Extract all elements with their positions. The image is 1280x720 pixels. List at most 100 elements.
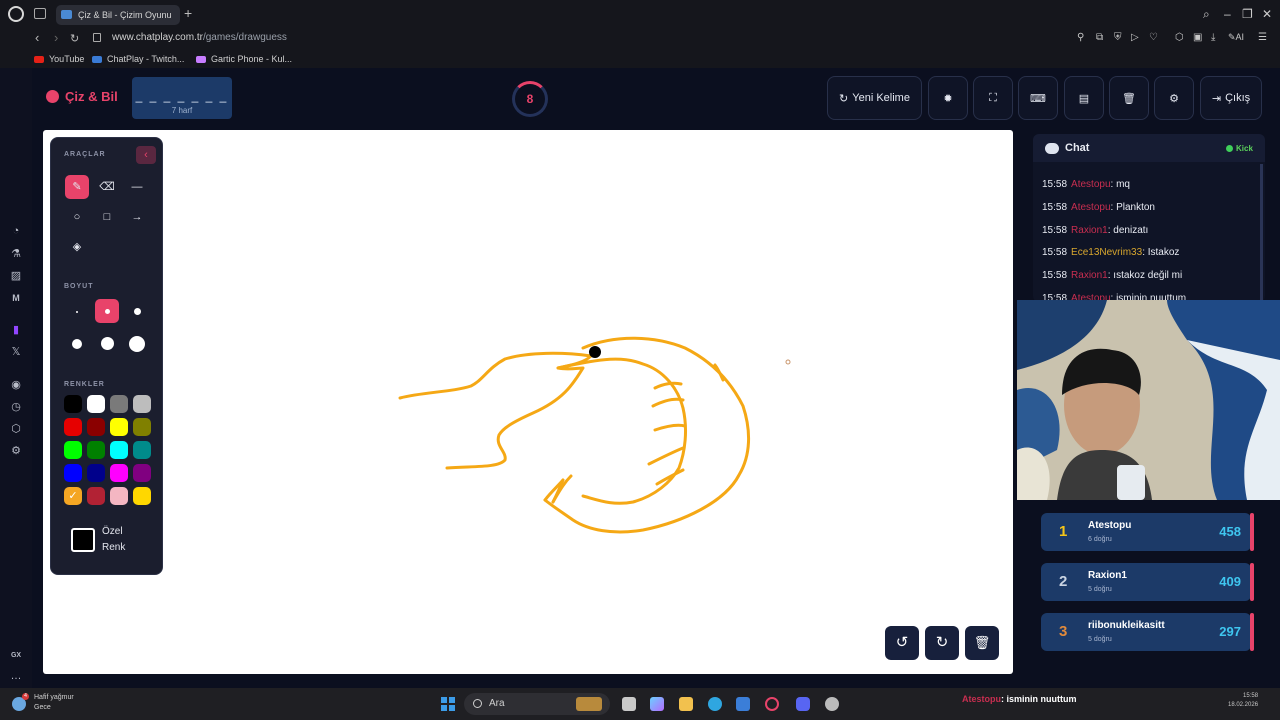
size-xs[interactable] [76,311,78,313]
bookmark-gartic[interactable]: Gartic Phone - Kul... [196,54,292,64]
minimize-button[interactable]: – [1224,7,1231,21]
new-tab-button[interactable]: + [184,5,192,21]
line-tool[interactable]: — [125,175,149,199]
size-xl[interactable] [101,337,114,350]
extensions-icon[interactable]: ⬡ [1175,32,1184,43]
color-swatch[interactable] [64,441,82,459]
shield-icon[interactable]: ⛨ [1114,32,1122,43]
twitch-icon[interactable]: ▮ [10,324,22,336]
task-view-icon[interactable] [622,697,636,711]
start-button[interactable] [441,697,455,711]
palette-settings-button[interactable]: ✹ [928,76,968,120]
message-user[interactable]: Atestopu [1071,202,1110,213]
settings-sidebar-icon[interactable]: ⚙ [10,445,22,457]
message-user[interactable]: Raxion1 [1071,225,1108,236]
reload-button[interactable]: ↻ [70,32,79,45]
snapshot-icon[interactable]: ⧉ [1096,32,1103,43]
chrome-icon[interactable] [825,697,839,711]
color-swatch[interactable] [64,418,82,436]
maximize-button[interactable]: ❐ [1242,7,1253,21]
color-swatch[interactable] [64,395,82,413]
close-window-button[interactable]: ✕ [1262,7,1272,21]
browser-menu-icon[interactable]: ☰ [1258,32,1267,43]
color-swatch[interactable] [133,395,151,413]
download-icon[interactable]: ⤓ [1211,32,1215,43]
fullscreen-button[interactable]: ⛶ [973,76,1013,120]
color-swatch[interactable] [110,395,128,413]
message-user[interactable]: Raxion1 [1071,270,1108,281]
search-tabs-icon[interactable]: ⌕ [1203,7,1210,22]
bookmark-youtube[interactable]: YouTube [34,54,84,64]
color-swatch[interactable] [133,441,151,459]
taskbar-search[interactable]: Ara [464,693,610,715]
copilot-icon[interactable] [650,697,664,711]
ai-button[interactable]: ✎AI [1228,32,1244,43]
collapse-panel-button[interactable]: ‹ [136,146,156,164]
new-word-button[interactable]: ↻ Yeni Kelime [827,76,922,120]
heart-icon[interactable]: ♡ [1149,32,1158,43]
bookmark-chatplay[interactable]: ChatPlay - Twitch... [92,54,184,64]
clear-button[interactable]: 🗑 [1109,76,1149,120]
clear-canvas-button[interactable]: 🗑 [965,626,999,660]
gx-icon[interactable]: GX [10,650,22,662]
message-user[interactable]: Atestopu [1071,179,1110,190]
color-swatch[interactable] [87,441,105,459]
size-l[interactable] [72,339,82,349]
color-swatch[interactable] [133,418,151,436]
color-swatch[interactable] [87,395,105,413]
color-swatch[interactable] [87,464,105,482]
history-icon[interactable]: ◷ [10,401,22,413]
size-m[interactable] [134,308,141,315]
chat-scrollbar[interactable] [1260,164,1263,300]
discord-icon[interactable] [796,697,810,711]
color-swatch[interactable] [64,464,82,482]
keyboard-button[interactable]: ⌨ [1018,76,1058,120]
custom-color-swatch[interactable] [71,528,95,552]
forward-button[interactable]: › [54,30,58,45]
browser-tab-active[interactable]: Çiz & Bil - Çizim Oyunu [56,5,180,25]
color-swatch[interactable] [133,464,151,482]
color-swatch[interactable] [133,487,151,505]
box-icon[interactable]: ▣ [1193,32,1202,43]
weather-widget[interactable]: Hafif yağmur Gece [34,693,74,713]
brush-tool[interactable]: ✎ [65,175,89,199]
system-clock[interactable]: 15:58 18.02.2026 [1228,692,1258,710]
color-swatch[interactable] [110,464,128,482]
aria-icon[interactable]: ⚗ [10,248,22,260]
drawing-canvas[interactable] [43,130,1013,674]
play-icon[interactable]: ▷ [1131,32,1139,43]
redo-button[interactable]: ↻ [925,626,959,660]
archive-button[interactable]: ▤ [1064,76,1104,120]
file-explorer-icon[interactable] [679,697,693,711]
color-swatch[interactable] [110,418,128,436]
circle-tool[interactable]: ○ [65,205,89,229]
messenger-icon[interactable]: M [10,292,22,304]
color-swatch[interactable] [110,441,128,459]
exit-button[interactable]: ⇥ Çıkış [1200,76,1262,120]
arrow-tool[interactable]: → [125,205,149,229]
workspaces-icon[interactable]: ▨ [10,270,22,282]
x-icon[interactable]: 𝕏 [10,346,22,358]
edge-icon[interactable] [708,697,722,711]
fill-tool[interactable]: ◈ [65,235,89,259]
back-button[interactable]: ‹ [35,30,39,45]
speed-dial-icon[interactable]: ◔ [10,225,22,237]
settings-button[interactable]: ⚙ [1154,76,1194,120]
extensions-sidebar-icon[interactable]: ⬡ [10,423,22,435]
opera-gx-icon[interactable] [765,697,779,711]
color-swatch-selected[interactable]: ✓ [64,487,82,505]
pin-icon[interactable]: ⚲ [1077,32,1084,43]
color-swatch[interactable] [110,487,128,505]
undo-button[interactable]: ↺ [885,626,919,660]
player-icon[interactable]: ◉ [10,379,22,391]
opera-menu-icon[interactable] [8,6,24,22]
rectangle-tool[interactable]: □ [95,205,119,229]
store-icon[interactable] [736,697,750,711]
message-user[interactable]: Ece13Nevrim33 [1071,247,1142,258]
tab-overview-icon[interactable] [34,8,46,19]
url-field[interactable]: www.chatplay.com.tr/games/drawguess [112,32,287,43]
color-swatch[interactable] [87,487,105,505]
size-xxl[interactable] [129,336,145,352]
eraser-tool[interactable]: ⌫ [95,175,119,199]
color-swatch[interactable] [87,418,105,436]
